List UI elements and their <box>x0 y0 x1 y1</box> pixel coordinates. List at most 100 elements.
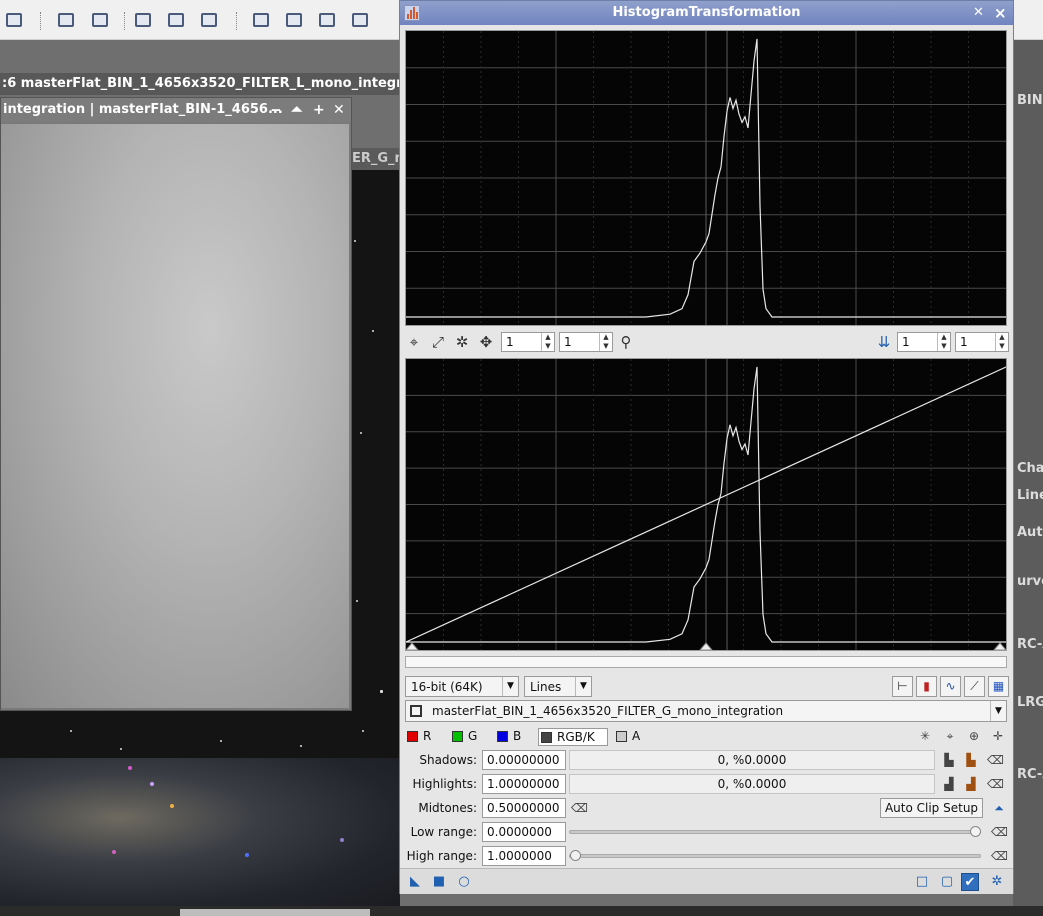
fit-view-icon[interactable] <box>6 13 22 27</box>
image-settings-icon[interactable] <box>92 13 108 27</box>
show-curve-icon[interactable]: ∿ <box>940 676 961 697</box>
channel-a[interactable]: A <box>614 728 654 746</box>
input-histogram-plot[interactable] <box>405 30 1007 326</box>
histogram-transformation-window: HistogramTransformation ✕ × ⌖ ⤢ ✲ ✥ 1 ▲ ▼… <box>399 0 1014 894</box>
mask-invert-icon[interactable] <box>201 13 217 27</box>
auto-clip-shadows-icon[interactable]: ▙ <box>941 752 957 768</box>
mask-show-icon[interactable] <box>168 13 184 27</box>
zoom-magnifier-icon[interactable]: ⚲ <box>617 333 635 351</box>
close-icon[interactable]: × <box>994 1 1007 25</box>
highlights-field[interactable]: 1.00000000 <box>482 774 566 794</box>
low-range-field[interactable]: 0.0000000 <box>482 822 566 842</box>
reset-instance-icon[interactable]: ✲ <box>988 873 1006 891</box>
high-range-field[interactable]: 1.0000000 <box>482 846 566 866</box>
spin-arrows-icon[interactable]: ▲ ▼ <box>995 333 1008 351</box>
midtones-label: Midtones: <box>418 801 477 815</box>
reset-icon[interactable]: ⌫ <box>987 776 1004 792</box>
maximize-icon[interactable]: + <box>313 98 325 122</box>
side-label: Auto <box>1017 525 1043 540</box>
slider-handle[interactable] <box>570 850 581 861</box>
midtones-field[interactable]: 0.50000000 <box>482 798 566 818</box>
apply-global-icon[interactable]: ■ <box>430 873 448 891</box>
mask-icon[interactable] <box>135 13 151 27</box>
preview-new-icon[interactable] <box>253 13 269 27</box>
highlights-row: Highlights: 1.00000000 0, %0.0000 ▟ ▟ ⌫ <box>400 774 1013 796</box>
close-icon[interactable]: ✕ <box>333 98 345 122</box>
new-image-icon[interactable] <box>58 13 74 27</box>
bottom-strip <box>0 906 1043 916</box>
side-label: BIN <box>1017 93 1043 108</box>
spin-arrows-icon[interactable]: ▲ ▼ <box>937 333 950 351</box>
channel-g[interactable]: G <box>450 728 490 746</box>
spin-arrows-icon[interactable]: ▲ ▼ <box>541 333 554 351</box>
rgbk-swatch <box>541 732 552 743</box>
auto-clip-highlights-icon[interactable]: ▟ <box>941 776 957 792</box>
shade-icon[interactable]: ⏶ <box>291 98 302 122</box>
output-vertical-zoom-stepper[interactable]: 1 ▲ ▼ <box>955 332 1009 352</box>
preview-remove-icon[interactable] <box>319 13 335 27</box>
show-histogram-icon[interactable]: ▮ <box>916 676 937 697</box>
horizontal-zoom-stepper[interactable]: 1 ▲ ▼ <box>501 332 555 352</box>
slider-handle[interactable] <box>970 826 981 837</box>
process-control-bar: ◣ ■ ○ □ ▢ ✔ ✲ <box>400 868 1013 894</box>
histogram-range-track[interactable] <box>405 656 1007 668</box>
window-titlebar[interactable]: HistogramTransformation ✕ × <box>400 1 1013 25</box>
browse-documentation-icon[interactable]: □ <box>913 873 931 891</box>
preview-grid-icon[interactable] <box>352 13 368 27</box>
low-range-label: Low range: <box>410 825 477 839</box>
auto-clip-highlights-color-icon[interactable]: ▟ <box>963 776 979 792</box>
channel-rgbk[interactable]: RGB/K <box>538 728 608 746</box>
auto-clip-setup-button[interactable]: Auto Clip Setup <box>880 798 983 818</box>
highlights-handle <box>993 642 1006 650</box>
horizontal-scrollbar[interactable] <box>180 909 370 916</box>
reset-icon[interactable]: ⌫ <box>991 848 1008 864</box>
channel-b[interactable]: B <box>495 728 535 746</box>
document-icon[interactable]: ▢ <box>938 873 956 891</box>
output-horizontal-zoom-stepper[interactable]: 1 ▲ ▼ <box>897 332 951 352</box>
spin-arrows-icon[interactable]: ▲ ▼ <box>599 333 612 351</box>
apply-icon[interactable]: ✔ <box>961 873 979 891</box>
zoom-fit-icon[interactable]: ⤢ <box>429 333 447 351</box>
channel-r[interactable]: R <box>405 728 445 746</box>
minimize-icon[interactable]: ‒ <box>271 98 281 122</box>
input-histogram-chart <box>406 31 1006 325</box>
high-range-slider[interactable] <box>569 850 981 861</box>
output-histogram-plot[interactable] <box>405 358 1007 651</box>
crosshair-icon[interactable]: ✳ <box>917 728 933 744</box>
nebula-image <box>0 758 400 908</box>
auto-midtones-icon[interactable]: ⏶ <box>991 800 1007 816</box>
background-window-title[interactable]: :6 masterFlat_BIN_1_4656x3520_FILTER_L_m… <box>0 73 400 95</box>
side-label: LRG <box>1017 695 1043 710</box>
vertical-zoom-stepper[interactable]: 1 ▲ ▼ <box>559 332 613 352</box>
background-window-title-2[interactable]: ER_G_mono_integration <box>352 148 400 170</box>
target-icon[interactable]: ⌖ <box>942 728 958 744</box>
resolution-select[interactable]: 16-bit (64K) ▼ <box>405 676 519 697</box>
graph-style-select[interactable]: Lines ▼ <box>524 676 592 697</box>
auto-clip-shadows-color-icon[interactable]: ▙ <box>963 752 979 768</box>
shadows-field[interactable]: 0.00000000 <box>482 750 566 770</box>
new-instance-icon[interactable]: ◣ <box>406 873 424 891</box>
target-lines-icon[interactable]: ⊕ <box>966 728 982 744</box>
low-range-slider[interactable] <box>569 826 981 837</box>
pan-icon[interactable]: ✥ <box>477 333 495 351</box>
image-window: integration | masterFlat_BIN-1_4656... ‒… <box>0 97 352 711</box>
reset-icon[interactable]: ⌫ <box>991 824 1008 840</box>
show-grid-icon[interactable]: ▦ <box>988 676 1009 697</box>
reject-saturated-icon[interactable]: ⊢ <box>892 676 913 697</box>
show-transfer-icon[interactable]: ⟋ <box>964 676 985 697</box>
side-label: RC-A <box>1017 767 1043 782</box>
crosshair-thin-icon[interactable]: ✛ <box>990 728 1006 744</box>
preview-add-icon[interactable] <box>286 13 302 27</box>
chevron-down-icon: ▼ <box>575 677 591 696</box>
transfer-function-chart <box>406 359 1006 650</box>
toolbar-separator <box>124 12 125 30</box>
edit-mode-icon[interactable]: ⌖ <box>405 333 423 351</box>
real-time-preview-icon[interactable]: ○ <box>455 873 473 891</box>
zoom-reset-icon[interactable]: ✲ <box>453 333 471 351</box>
view-selector[interactable]: masterFlat_BIN_1_4656x3520_FILTER_G_mono… <box>405 700 1007 722</box>
reset-icon[interactable]: ⌫ <box>987 752 1004 768</box>
reset-icon[interactable]: ⌫ <box>571 800 588 816</box>
shadows-handle <box>406 642 419 650</box>
shade-icon[interactable]: ✕ <box>973 1 984 25</box>
auto-zoom-icon[interactable]: ⇊ <box>875 333 893 351</box>
